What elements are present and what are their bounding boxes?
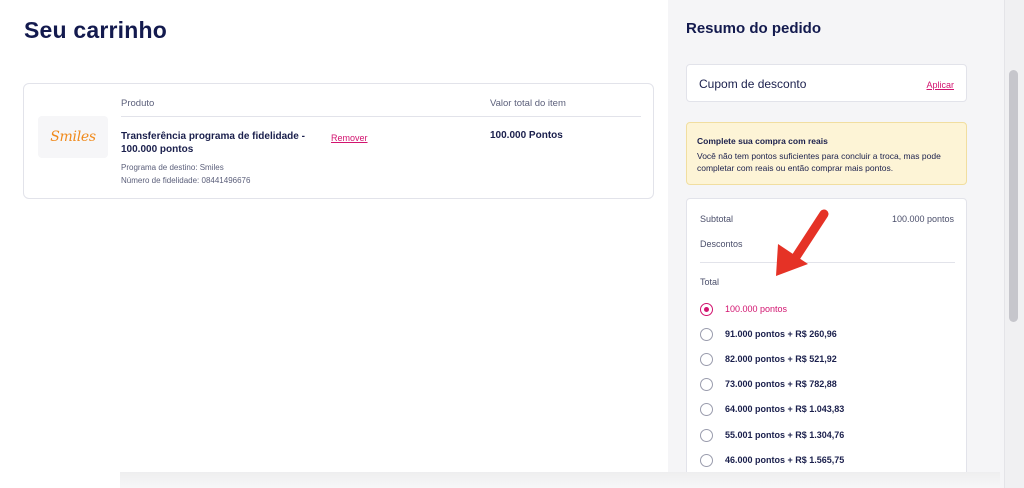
cart-item-card: Smiles Produto Valor total do item Trans… (23, 83, 654, 199)
subtotal-value: 100.000 pontos (891, 214, 954, 224)
coupon-label: Cupom de desconto (699, 77, 807, 91)
scrollbar[interactable] (1004, 0, 1024, 488)
column-header-product: Produto (121, 98, 155, 109)
payment-option[interactable]: 64.000 pontos + R$ 1.043,83 (700, 401, 844, 417)
remove-button[interactable]: Remover (331, 133, 368, 143)
apply-coupon-button[interactable]: Aplicar (926, 80, 954, 90)
payment-option[interactable]: 82.000 pontos + R$ 521,92 (700, 351, 837, 367)
payment-option-label: 82.000 pontos + R$ 521,92 (725, 354, 837, 364)
payment-option-label: 46.000 pontos + R$ 1.565,75 (725, 455, 845, 465)
radio-button[interactable] (700, 377, 713, 391)
smiles-logo: Smiles (38, 116, 108, 158)
payment-option-label: 64.000 pontos + R$ 1.043,83 (725, 404, 845, 414)
payment-option-label: 55.001 pontos + R$ 1.304,76 (725, 430, 845, 440)
payment-option[interactable]: 46.000 pontos + R$ 1.565,75 (700, 452, 844, 468)
radio-button[interactable] (700, 428, 713, 442)
payment-option[interactable]: 91.000 pontos + R$ 260,96 (700, 326, 837, 342)
insufficient-points-warning: Complete sua compra com reais Você não t… (686, 122, 967, 185)
total-label: Total (700, 277, 720, 287)
summary-title: Resumo do pedido (686, 20, 821, 37)
radio-button[interactable] (700, 327, 713, 341)
item-total-value: 100.000 Pontos (490, 130, 563, 141)
order-summary-panel: Resumo do pedido Cupom de desconto Aplic… (668, 0, 1004, 488)
product-name: Transferência programa de fidelidade - 1… (121, 131, 305, 155)
warning-title: Complete sua compra com reais (697, 136, 828, 146)
destination-program: Programa de destino: Smiles (121, 163, 224, 172)
radio-button[interactable] (700, 302, 713, 316)
column-header-total: Valor total do item (490, 98, 566, 109)
header-divider (121, 116, 641, 117)
discounts-label: Descontos (700, 239, 743, 249)
radio-button[interactable] (700, 453, 713, 467)
payment-option[interactable]: 100.000 pontos (700, 301, 787, 317)
payment-option-label: 73.000 pontos + R$ 782,88 (725, 379, 837, 389)
fidelity-number: Número de fidelidade: 08441496676 (121, 176, 251, 185)
cart-section: Seu carrinho Smiles Produto Valor total … (0, 0, 668, 488)
payment-option[interactable]: 55.001 pontos + R$ 1.304,76 (700, 427, 844, 443)
page-title: Seu carrinho (24, 17, 167, 43)
payment-option-label: 91.000 pontos + R$ 260,96 (725, 329, 837, 339)
radio-button[interactable] (700, 402, 713, 416)
red-arrow-icon (776, 209, 829, 276)
logo-text: Smiles (50, 129, 96, 145)
coupon-box: Cupom de desconto Aplicar (686, 64, 967, 102)
warning-text: Você não tem pontos suficientes para con… (697, 151, 941, 173)
radio-button[interactable] (700, 352, 713, 366)
payment-option[interactable]: 73.000 pontos + R$ 782,88 (700, 376, 837, 392)
scrollbar-thumb[interactable] (1009, 70, 1018, 322)
payment-option-label: 100.000 pontos (725, 304, 788, 314)
page-bottom-edge (120, 472, 1000, 488)
subtotal-label: Subtotal (700, 214, 734, 224)
